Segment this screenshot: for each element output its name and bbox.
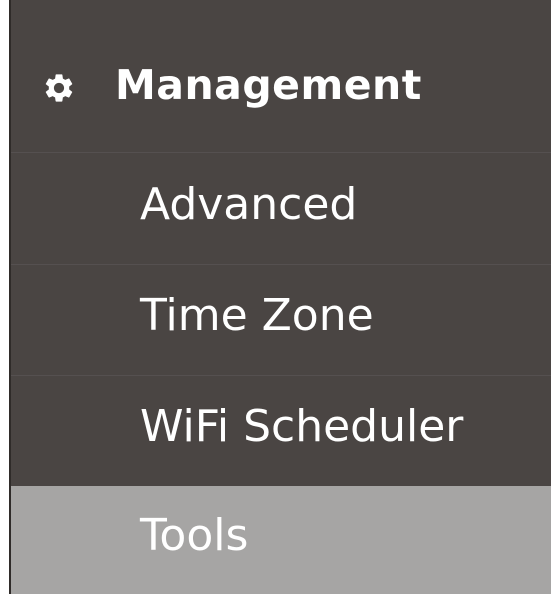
menu-divider: [11, 264, 551, 265]
menu-section-header[interactable]: Management: [11, 43, 551, 133]
menu-item-label: Time Zone: [140, 290, 374, 341]
menu-divider: [11, 375, 551, 376]
menu-item-wifi-scheduler[interactable]: WiFi Scheduler: [11, 377, 551, 487]
menu-item-advanced[interactable]: Advanced: [11, 155, 551, 265]
menu-divider: [11, 152, 551, 153]
management-menu-panel: Management Advanced Time Zone WiFi Sched…: [9, 0, 551, 594]
section-title: Management: [115, 61, 422, 109]
menu-item-label: Tools: [140, 510, 249, 561]
panel-bottom-edge: [0, 594, 551, 605]
gear-icon: [45, 74, 73, 102]
menu-item-tools[interactable]: Tools: [11, 486, 551, 594]
menu-item-label: Advanced: [140, 179, 358, 230]
menu-item-label: WiFi Scheduler: [140, 401, 464, 452]
menu-item-time-zone[interactable]: Time Zone: [11, 266, 551, 376]
